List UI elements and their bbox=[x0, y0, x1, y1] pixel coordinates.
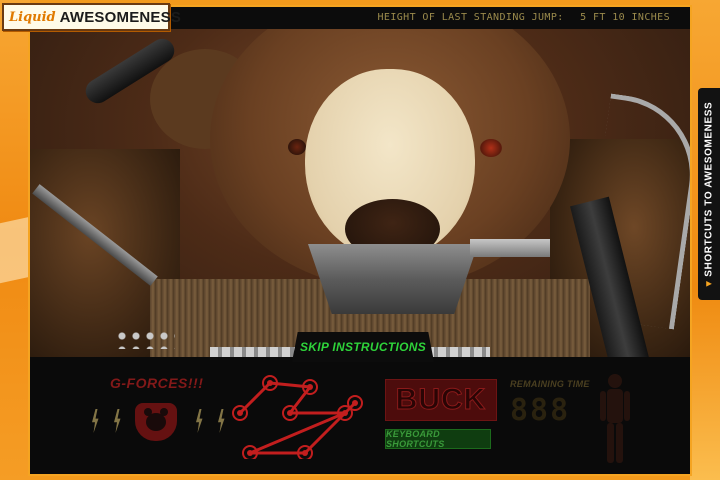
buck-label: BUCK bbox=[395, 383, 487, 417]
remaining-time-block: REMAINING TIME 888 bbox=[510, 379, 590, 459]
lightning-bolt-icon bbox=[218, 409, 225, 433]
gforces-block: G-FORCES!!! bbox=[90, 375, 230, 455]
dot-pattern-icon bbox=[232, 375, 363, 459]
pattern-lines bbox=[238, 381, 357, 455]
logo-awesomeness-text: AWESOMENESS bbox=[59, 8, 182, 26]
side-tab-label: SHORTCUTS TO AWESOMENESS bbox=[703, 101, 715, 277]
game-video-area[interactable] bbox=[30, 29, 690, 357]
keyboard-shortcuts-button[interactable]: KEYBOARD SHORTCUTS bbox=[385, 429, 491, 449]
instructions-panel: G-FORCES!!! BUCK KEYBOARD SHORTCUTS REMA… bbox=[30, 357, 690, 474]
lightning-bolt-icon bbox=[114, 409, 121, 433]
action-group: BUCK KEYBOARD SHORTCUTS bbox=[385, 379, 505, 459]
logo-liquid-text: Liquid bbox=[9, 9, 56, 25]
bear-eye-right bbox=[480, 139, 502, 157]
bear-face-icon bbox=[144, 408, 168, 431]
buck-button[interactable]: BUCK bbox=[385, 379, 497, 421]
jump-height-status: HEIGHT OF LAST STANDING JUMP: 5 FT 10 IN… bbox=[377, 12, 670, 23]
shortcuts-to-awesomeness-tab[interactable]: ▾ SHORTCUTS TO AWESOMENESS bbox=[698, 88, 720, 300]
metal-collar bbox=[308, 244, 478, 314]
remaining-time-value: 888 bbox=[510, 393, 571, 428]
lightning-bolt-icon bbox=[92, 409, 99, 433]
figure-silhouette-icon bbox=[600, 374, 630, 463]
jump-height-label: HEIGHT OF LAST STANDING JUMP: bbox=[377, 12, 564, 23]
lightning-bolt-icon bbox=[196, 409, 203, 433]
bear-badge-icon bbox=[135, 403, 177, 441]
rivets bbox=[115, 329, 175, 349]
pattern-nodes bbox=[232, 375, 363, 459]
keyboard-shortcuts-label: KEYBOARD SHORTCUTS bbox=[386, 429, 445, 449]
skip-instructions-button[interactable]: SKIP INSTRUCTIONS bbox=[292, 332, 434, 362]
skip-instructions-label: SKIP INSTRUCTIONS bbox=[300, 340, 426, 354]
remaining-time-label: REMAINING TIME bbox=[510, 379, 590, 389]
game-frame: HEIGHT OF LAST STANDING JUMP: 5 FT 10 IN… bbox=[28, 5, 692, 476]
chevron-down-icon: ▾ bbox=[703, 280, 715, 287]
jump-height-value: 5 FT 10 INCHES bbox=[580, 12, 670, 23]
site-logo[interactable]: Liquid AWESOMENESS bbox=[2, 3, 181, 31]
background-stripe bbox=[0, 216, 30, 284]
metal-bracket bbox=[470, 239, 550, 257]
gforces-title: G-FORCES!!! bbox=[110, 375, 204, 391]
side-tab-text: ▾ SHORTCUTS TO AWESOMENESS bbox=[704, 94, 715, 294]
bear-eye-left bbox=[288, 139, 306, 155]
